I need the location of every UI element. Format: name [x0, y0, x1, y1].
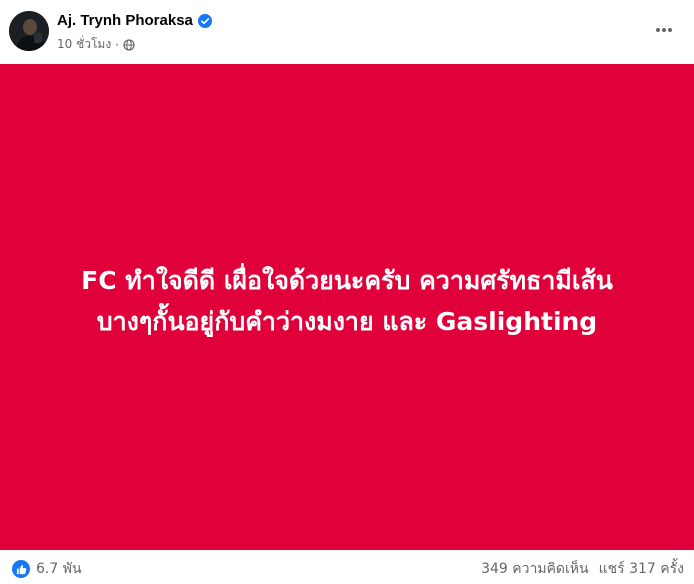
- like-icon: [12, 560, 30, 578]
- shares-count[interactable]: แชร์ 317 ครั้ง: [599, 558, 684, 580]
- avatar-image: [9, 11, 49, 51]
- post-text-line-2: บางๆกั้นอยู่กับคำว่างมงาย และ Gaslightin…: [96, 307, 598, 336]
- post-footer: 6.7 พัน 349 ความคิดเห็น แชร์ 317 ครั้ง: [0, 550, 694, 584]
- engagement-stats: 349 ความคิดเห็น แชร์ 317 ครั้ง: [481, 558, 684, 580]
- reactions-summary[interactable]: 6.7 พัน: [12, 558, 82, 580]
- more-options-button[interactable]: [652, 18, 676, 42]
- facebook-post: Aj. Trynh Phoraksa 10 ชั่วโมง · FC ทำใจด…: [0, 0, 694, 584]
- post-timestamp[interactable]: 10 ชั่วโมง: [57, 35, 111, 54]
- author-line: Aj. Trynh Phoraksa: [57, 12, 212, 29]
- post-text: FC ทำใจดีดี เผื่อใจด้วยนะครับ ความศรัทธา…: [27, 260, 667, 342]
- meta-separator: ·: [115, 37, 120, 52]
- comments-count[interactable]: 349 ความคิดเห็น: [481, 558, 589, 580]
- globe-icon[interactable]: [123, 38, 135, 51]
- post-content-card[interactable]: FC ทำใจดีดี เผื่อใจด้วยนะครับ ความศรัทธา…: [0, 64, 694, 550]
- author-name[interactable]: Aj. Trynh Phoraksa: [57, 12, 193, 29]
- post-meta: 10 ชั่วโมง ·: [57, 35, 135, 54]
- post-header: Aj. Trynh Phoraksa 10 ชั่วโมง ·: [0, 0, 694, 64]
- verified-badge-icon: [197, 13, 212, 28]
- reaction-count: 6.7 พัน: [36, 561, 82, 577]
- more-horizontal-icon: [656, 28, 672, 32]
- post-text-line-1: FC ทำใจดีดี เผื่อใจด้วยนะครับ ความศรัทธา…: [81, 266, 613, 295]
- avatar[interactable]: [9, 11, 49, 51]
